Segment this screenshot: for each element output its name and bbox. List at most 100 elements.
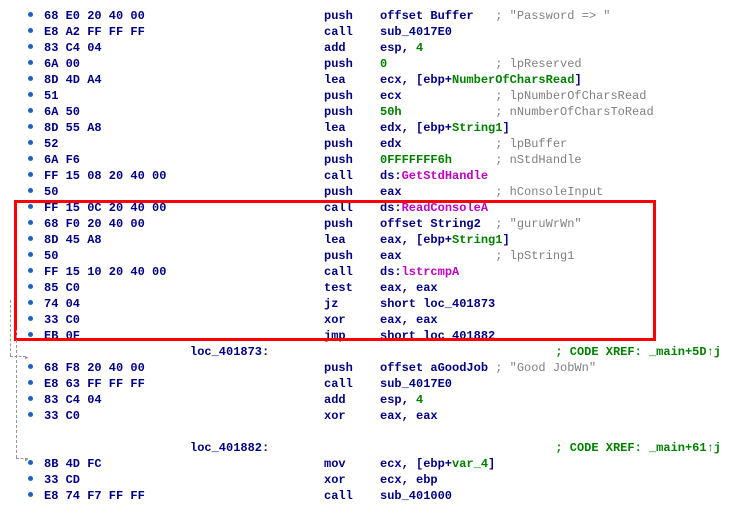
asm-row: 74 04jzshort loc_401873 xyxy=(0,296,737,312)
operands: sub_4017E0 xyxy=(380,376,452,392)
operands: eax, eax xyxy=(380,280,438,296)
operands: 0 ; lpReserved xyxy=(380,56,582,72)
gutter-dot xyxy=(0,264,44,280)
gutter-dot xyxy=(0,88,44,104)
operand-token: esp, xyxy=(380,393,416,407)
mnemonic: lea xyxy=(324,232,380,248)
label-row: loc_401873:; CODE XREF: _main+5D↑j xyxy=(0,344,737,360)
operand-token: String1 xyxy=(452,233,502,247)
mnemonic: push xyxy=(324,360,380,376)
asm-row: E8 A2 FF FF FFcallsub_4017E0 xyxy=(0,24,737,40)
asm-row: 68 F8 20 40 00pushoffset aGoodJob ; "Goo… xyxy=(0,360,737,376)
operands: esp, 4 xyxy=(380,40,423,56)
asm-row: 8D 45 A8leaeax, [ebp+String1] xyxy=(0,232,737,248)
gutter-dot xyxy=(0,248,44,264)
gutter-dot xyxy=(0,232,44,248)
mnemonic: xor xyxy=(324,312,380,328)
code-xref: ; CODE XREF: _main+61↑j xyxy=(555,440,721,456)
operand-token: ; hConsoleInput xyxy=(495,185,603,199)
gutter-dot xyxy=(0,488,44,504)
mnemonic: call xyxy=(324,168,380,184)
asm-row: FF 15 08 20 40 00callds:GetStdHandle xyxy=(0,168,737,184)
gutter-dot xyxy=(0,472,44,488)
asm-row: 50pusheax ; lpString1 xyxy=(0,248,737,264)
hex-bytes: 6A 00 xyxy=(44,56,324,72)
operand-token: eax xyxy=(380,185,495,199)
operands: eax, [ebp+String1] xyxy=(380,232,510,248)
operands: edx, [ebp+String1] xyxy=(380,120,510,136)
operand-token: ; lpReserved xyxy=(495,57,581,71)
hex-bytes: 68 F0 20 40 00 xyxy=(44,216,324,232)
mnemonic: push xyxy=(324,216,380,232)
hex-bytes: 50 xyxy=(44,184,324,200)
operand-token: ; lpBuffer xyxy=(495,137,567,151)
operands: esp, 4 xyxy=(380,392,423,408)
asm-row: 8D 55 A8leaedx, [ebp+String1] xyxy=(0,120,737,136)
hex-bytes: 50 xyxy=(44,248,324,264)
hex-bytes: 33 C0 xyxy=(44,312,324,328)
mnemonic: call xyxy=(324,488,380,504)
code-label: loc_401873: xyxy=(190,345,269,359)
asm-row: 83 C4 04addesp, 4 xyxy=(0,40,737,56)
mnemonic: push xyxy=(324,136,380,152)
hex-bytes: E8 A2 FF FF FF xyxy=(44,24,324,40)
operand-token: ds: xyxy=(380,201,402,215)
operand-token: 0 xyxy=(380,57,495,71)
operand-token: 0FFFFFFF6h xyxy=(380,153,495,167)
gutter-dot xyxy=(0,216,44,232)
operands: edx ; lpBuffer xyxy=(380,136,567,152)
asm-row: 8B 4D FCmovecx, [ebp+var_4] xyxy=(0,456,737,472)
operand-token: ] xyxy=(574,73,581,87)
mnemonic: add xyxy=(324,40,380,56)
label-row: loc_401882: ; CODE XREF: _main+61↑j xyxy=(0,440,737,456)
gutter-dot xyxy=(0,104,44,120)
gutter-dot xyxy=(0,120,44,136)
gutter-dot xyxy=(0,136,44,152)
hex-bytes: 83 C4 04 xyxy=(44,40,324,56)
operand-token: sub_4017E0 xyxy=(380,25,452,39)
operand-token: sub_4017E0 xyxy=(380,377,452,391)
operands: eax ; hConsoleInput xyxy=(380,184,603,200)
operands: eax, eax xyxy=(380,408,438,424)
operand-token: 4 xyxy=(416,41,423,55)
operand-token: lstrcmpA xyxy=(402,265,460,279)
mnemonic: push xyxy=(324,184,380,200)
operands: ecx, [ebp+NumberOfCharsRead] xyxy=(380,72,582,88)
operand-token: GetStdHandle xyxy=(402,169,488,183)
code-label: loc_401882: xyxy=(190,441,269,455)
operands: 50h ; nNumberOfCharsToRead xyxy=(380,104,654,120)
operand-token: ecx, ebp xyxy=(380,473,438,487)
mnemonic: push xyxy=(324,152,380,168)
gutter-dot xyxy=(0,40,44,56)
mnemonic: add xyxy=(324,392,380,408)
operand-token: String1 xyxy=(452,121,502,135)
asm-row: 52pushedx ; lpBuffer xyxy=(0,136,737,152)
operand-token: ecx, [ebp+ xyxy=(380,73,452,87)
asm-row: FF 15 10 20 40 00callds:lstrcmpA xyxy=(0,264,737,280)
mnemonic: xor xyxy=(324,408,380,424)
operands: ecx, ebp xyxy=(380,472,438,488)
disassembly-listing: 68 E0 20 40 00pushoffset Buffer ; "Passw… xyxy=(0,8,737,504)
hex-bytes: 33 C0 xyxy=(44,408,324,424)
operand-token: ; lpNumberOfCharsRead xyxy=(495,89,646,103)
operand-token: offset aGoodJob xyxy=(380,361,495,375)
operands: sub_401000 xyxy=(380,488,452,504)
hex-bytes: 68 F8 20 40 00 xyxy=(44,360,324,376)
gutter-dot xyxy=(0,328,44,344)
hex-bytes: 85 C0 xyxy=(44,280,324,296)
gutter-dot xyxy=(0,456,44,472)
operands: ds:lstrcmpA xyxy=(380,264,459,280)
gutter-dot xyxy=(0,56,44,72)
gutter-dot xyxy=(0,376,44,392)
operand-token: eax, eax xyxy=(380,409,438,423)
mnemonic: mov xyxy=(324,456,380,472)
operands: offset aGoodJob ; "Good JobWn" xyxy=(380,360,596,376)
gutter-dot xyxy=(0,280,44,296)
operand-token: 4 xyxy=(416,393,423,407)
asm-row: 8D 4D A4leaecx, [ebp+NumberOfCharsRead] xyxy=(0,72,737,88)
operand-token: esp, xyxy=(380,41,416,55)
hex-bytes: 33 CD xyxy=(44,472,324,488)
operands: offset Buffer ; "Password => " xyxy=(380,8,610,24)
operands: ecx ; lpNumberOfCharsRead xyxy=(380,88,646,104)
operand-token: eax, eax xyxy=(380,313,438,327)
